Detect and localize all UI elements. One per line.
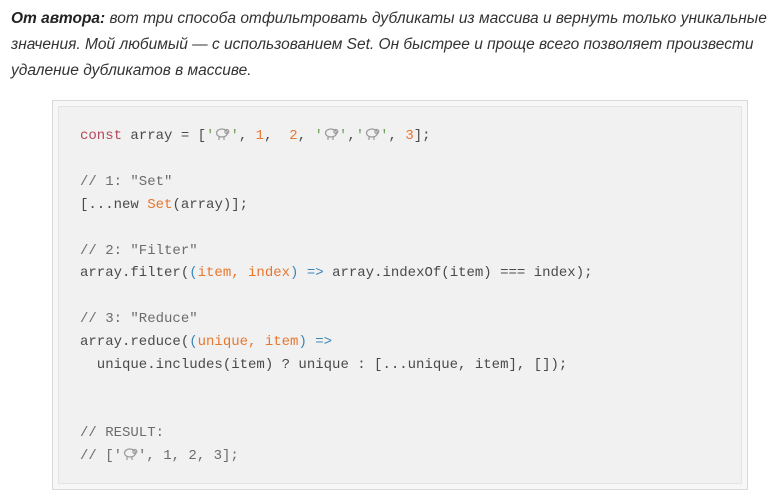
code-text: array = [ xyxy=(122,128,207,144)
code-quote: ' xyxy=(230,128,239,144)
code-comment-result: // RESULT: xyxy=(80,425,165,441)
sheep-icon xyxy=(364,127,380,141)
code-line-reduce-body: unique.includes(item) ? unique : [...uni… xyxy=(80,357,568,373)
code-line-set: [...new Set(array)]; xyxy=(80,196,248,214)
code-line-filter: array.filter((item, index) => array.inde… xyxy=(80,264,593,282)
code-arrow: => xyxy=(298,265,324,281)
code-number: 3 xyxy=(405,128,414,144)
code-text: // [ xyxy=(80,448,114,464)
code-comment-reduce: // 3: "Reduce" xyxy=(80,311,198,327)
author-note-lead: От автора: xyxy=(11,10,106,27)
code-text: array.indexOf(item) === index); xyxy=(323,265,593,281)
code-text: ]; xyxy=(413,128,431,144)
code-text: , xyxy=(238,128,256,144)
code-quote: ' xyxy=(355,128,365,144)
code-paren: ) xyxy=(298,334,307,350)
code-arrow: => xyxy=(306,334,333,350)
code-comment-filter: // 2: "Filter" xyxy=(80,243,198,259)
code-quote: ' xyxy=(206,128,215,144)
sheep-icon xyxy=(214,127,230,141)
code-text: , xyxy=(388,128,406,144)
code-text: , 1, 2, 3]; xyxy=(146,448,239,464)
code-comment-set: // 1: "Set" xyxy=(80,174,173,190)
code-line-1: const array = [' ', 1, 2, ' ',' ', 3]; xyxy=(80,127,431,145)
sheep-icon xyxy=(122,447,138,461)
code-params: unique, item xyxy=(197,334,299,350)
code-quote: ' xyxy=(113,448,123,464)
code-quote: ' xyxy=(314,128,323,144)
code-number: 2 xyxy=(289,128,298,144)
code-text: , xyxy=(264,128,290,144)
code-paren: ( xyxy=(189,265,198,281)
author-note-text: вот три способа отфильтровать дубликаты … xyxy=(11,10,767,79)
code-number: 1 xyxy=(255,128,265,144)
page: От автора: вот три способа отфильтровать… xyxy=(0,0,779,501)
code-function: Set xyxy=(147,197,173,213)
code-text: array.reduce( xyxy=(80,334,190,350)
code-line-reduce: array.reduce((unique, item) => xyxy=(80,333,332,351)
code-text: , xyxy=(347,128,356,144)
code-text: array.filter( xyxy=(80,265,190,281)
code-text: (array)]; xyxy=(172,197,249,213)
code-line-result: // [' ', 1, 2, 3]; xyxy=(80,447,239,465)
code-keyword: const xyxy=(80,128,123,144)
sheep-icon xyxy=(323,127,339,141)
code-paren: ( xyxy=(189,334,198,350)
code-quote: ' xyxy=(380,128,389,144)
code-params: item, index xyxy=(197,265,291,281)
code-text: [...new xyxy=(80,197,148,213)
author-note: От автора: вот три способа отфильтровать… xyxy=(11,6,779,84)
code-text: , xyxy=(297,128,315,144)
